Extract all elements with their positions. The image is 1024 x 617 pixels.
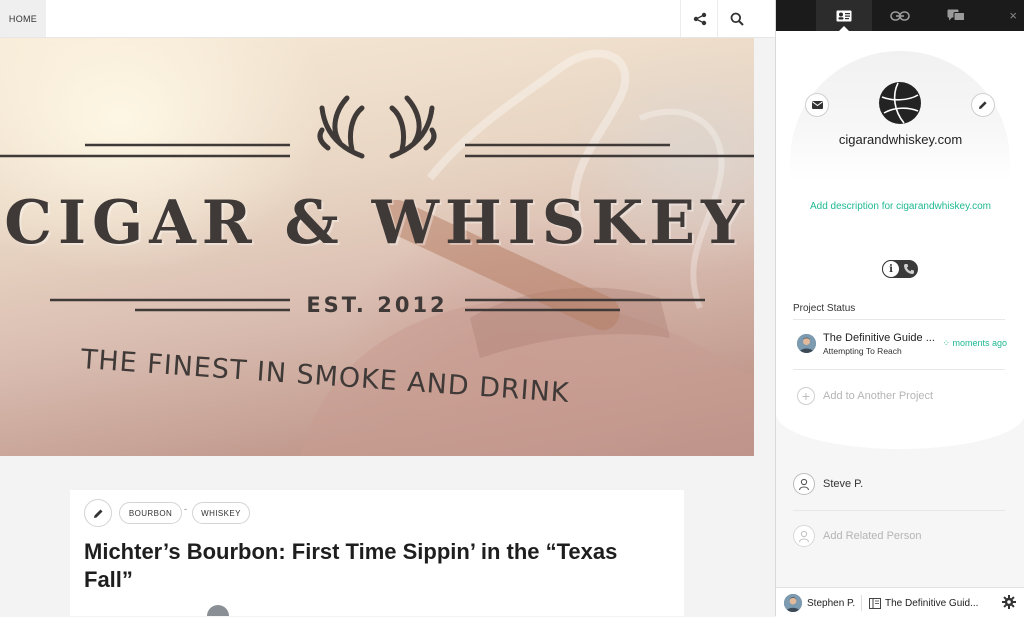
panel-footer: Stephen P. The Definitive Guid... <box>776 587 1024 617</box>
user-avatar <box>797 334 816 353</box>
divider <box>793 319 1005 320</box>
share-button[interactable] <box>680 0 718 37</box>
person-icon <box>793 525 815 547</box>
share-icon <box>693 12 706 25</box>
contact-domain: cigarandwhiskey.com <box>838 132 963 147</box>
edit-post-button[interactable] <box>84 499 112 527</box>
sparkle-icon: ⁘ <box>942 338 953 348</box>
add-project-label: Add to Another Project <box>823 390 934 402</box>
search-icon <box>730 12 744 26</box>
phone-icon <box>904 264 914 274</box>
info-icon: i <box>882 260 900 278</box>
author-avatar <box>207 605 229 616</box>
chat-icon <box>947 9 965 21</box>
add-project-row[interactable]: + Add to Another Project <box>793 381 1007 411</box>
website-viewport: HOME CIGAR & WHISKEY EST. 2012 THE FINES… <box>0 0 775 616</box>
pencil-icon <box>979 101 987 109</box>
hero-banner: CIGAR & WHISKEY EST. 2012 THE FINEST IN … <box>0 38 754 456</box>
hero-est: EST. 2012 <box>306 293 448 317</box>
pencil-icon <box>93 509 102 518</box>
contact-panel: × cigarandwhiskey.com Add description fo… <box>775 0 1024 617</box>
link-icon <box>890 10 910 21</box>
project-time-text: moments ago <box>952 338 1007 348</box>
project-status: Attempting To Reach <box>823 346 902 356</box>
envelope-icon <box>811 101 823 109</box>
tab-contact-card[interactable] <box>816 0 872 31</box>
current-project[interactable]: The Definitive Guid... <box>869 593 978 613</box>
plus-icon: + <box>797 387 815 405</box>
add-description-link[interactable]: Add description for cigarandwhiskey.com <box>776 201 1024 212</box>
divider <box>793 510 1005 511</box>
panel-profile-area: cigarandwhiskey.com Add description for … <box>776 31 1024 449</box>
hero-title: CIGAR & WHISKEY <box>4 188 750 258</box>
related-person-name: Steve P. <box>823 478 864 490</box>
project-status-row[interactable]: The Definitive Guide ... Attempting To R… <box>793 326 1007 360</box>
globe-logo-icon <box>879 82 921 124</box>
related-person-row[interactable]: Steve P. <box>793 469 1007 499</box>
contact-card-icon <box>836 10 852 21</box>
email-button[interactable] <box>805 93 829 117</box>
close-panel-button[interactable]: × <box>1009 0 1017 31</box>
search-button[interactable] <box>717 0 755 37</box>
project-name: The Definitive Guide ... <box>823 332 935 344</box>
article-card: BOURBON - WHISKEY Michter’s Bourbon: Fir… <box>70 490 684 616</box>
nav-home-link[interactable]: HOME <box>0 0 46 37</box>
current-user-name: Stephen P. <box>807 597 856 609</box>
divider <box>793 369 1005 370</box>
person-icon <box>793 473 815 495</box>
project-status-label: Project Status <box>793 303 856 314</box>
gear-icon[interactable] <box>1002 595 1016 609</box>
panel-tab-bar: × <box>776 0 1024 31</box>
tab-links[interactable] <box>872 0 928 31</box>
site-navbar: HOME <box>0 0 775 38</box>
project-time: ⁘ moments ago <box>942 338 1007 349</box>
article-title[interactable]: Michter’s Bourbon: First Time Sippin’ in… <box>84 538 664 594</box>
current-project-name: The Definitive Guid... <box>885 597 979 609</box>
divider <box>861 595 862 611</box>
current-user[interactable]: Stephen P. <box>784 593 855 613</box>
add-related-person-row[interactable]: Add Related Person <box>793 521 1007 551</box>
tag-separator: - <box>184 504 187 514</box>
tag-bourbon[interactable]: BOURBON <box>119 502 182 524</box>
tab-messages[interactable] <box>928 0 984 31</box>
info-phone-toggle[interactable]: i <box>882 260 918 278</box>
edit-contact-button[interactable] <box>971 93 995 117</box>
user-avatar <box>784 594 802 612</box>
book-icon <box>869 597 881 609</box>
tag-whiskey[interactable]: WHISKEY <box>192 502 250 524</box>
add-related-person-label: Add Related Person <box>823 530 922 542</box>
